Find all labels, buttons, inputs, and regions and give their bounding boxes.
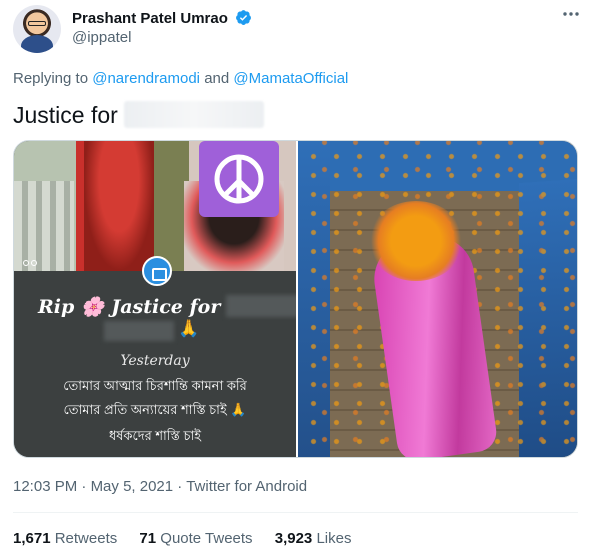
verified-badge-icon [236,10,251,25]
flower-icon: 🌸 [80,296,105,318]
tweet-time[interactable]: 12:03 PM [13,478,77,495]
tweet-text-content: Justice for [13,102,118,128]
display-name[interactable]: Prashant Patel Umrao [72,10,228,27]
replying-prefix: Replying to [13,70,89,87]
avatar[interactable] [13,5,61,53]
marigold-garland [368,201,464,281]
media-image-right[interactable] [298,141,577,457]
tweet: Prashant Patel Umrao @ippatel Replying t… [0,0,604,557]
divider [13,512,578,513]
replying-to: Replying to @narendramodi and @MamataOff… [13,70,348,87]
pray-icon: 🙏 [178,319,200,338]
retweets-stat[interactable]: 1,671 Retweets [13,530,117,547]
tweet-client[interactable]: Twitter for Android [186,478,307,495]
tweet-meta: 12:03 PM · May 5, 2021 · Twitter for And… [13,478,308,495]
more-options-icon[interactable] [560,4,582,26]
media-grid[interactable]: Rip 🌸 Jastice for 🙏 Yesterday তোমার আত্ম… [13,140,578,458]
memorial-line: তোমার আত্মার চিরশান্তি কামনা করি [63,378,247,393]
redacted-name [226,295,296,317]
tweet-text: Justice for [13,101,264,129]
redacted-name [104,321,174,341]
mention-link[interactable]: @narendramodi [92,70,200,87]
memorial-photo [14,141,296,271]
quote-tweets-stat[interactable]: 71 Quote Tweets [139,530,252,547]
carousel-dots [23,253,39,271]
shopping-bag-icon [142,256,172,286]
memorial-day: Yesterday [120,353,190,369]
tweet-date[interactable]: May 5, 2021 [91,478,174,495]
mention-link[interactable]: @MamataOfficial [233,70,348,87]
rip-heading: Rip 🌸 Jastice for [14,295,296,318]
memorial-line: তোমার প্রতি অন্যায়ের শাস্তি চাই 🙏 [63,402,247,417]
truck-bed-photo [298,141,577,457]
handle[interactable]: @ippatel [72,29,131,46]
redacted-name [123,101,264,128]
likes-stat[interactable]: 3,923 Likes [275,530,352,547]
replying-conjunction: and [204,70,230,87]
display-name-row[interactable]: Prashant Patel Umrao [72,9,252,27]
memorial-line: ধর্ষকদের শাস্তি চাই [108,428,202,443]
peace-sign-icon [199,141,279,217]
tweet-stats: 1,671 Retweets 71 Quote Tweets 3,923 Lik… [13,530,369,547]
media-image-left[interactable]: Rip 🌸 Jastice for 🙏 Yesterday তোমার আত্ম… [14,141,296,457]
